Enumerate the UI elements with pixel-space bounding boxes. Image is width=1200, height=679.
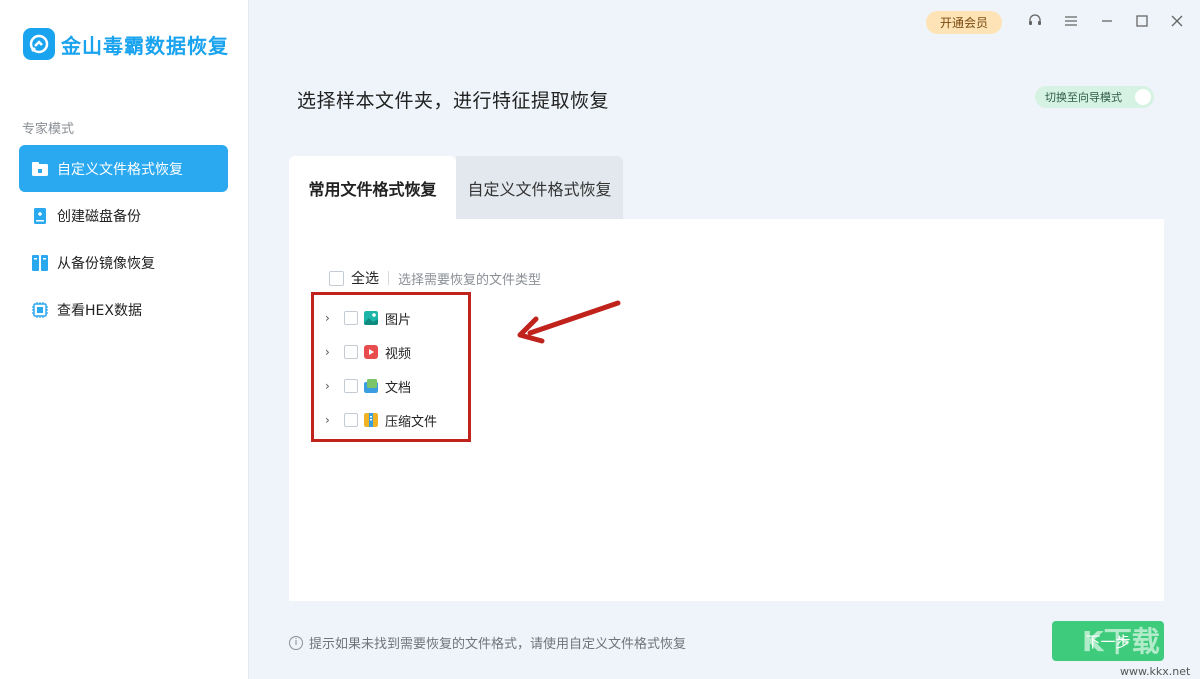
footer-tip: i 提示如果未找到需要恢复的文件格式，请使用自定义文件格式恢复 bbox=[289, 633, 686, 652]
list-item-image[interactable]: › 图片 bbox=[325, 301, 437, 335]
list-item-video[interactable]: › 视频 bbox=[325, 335, 437, 369]
sidebar-nav: 自定义文件格式恢复 创建磁盘备份 从备份镜像恢复 查看HEX数据 bbox=[19, 145, 228, 333]
select-hint: 选择需要恢复的文件类型 bbox=[398, 272, 542, 288]
app-name: 金山毒霸数据恢复 bbox=[61, 33, 229, 58]
file-type-checkbox[interactable] bbox=[344, 345, 358, 359]
file-type-checkbox[interactable] bbox=[344, 413, 358, 427]
file-type-label: 文档 bbox=[385, 380, 412, 396]
chevron-right-icon[interactable]: › bbox=[325, 413, 337, 427]
sidebar-item-disk-backup[interactable]: 创建磁盘备份 bbox=[19, 192, 228, 239]
annotation-arrow-icon bbox=[517, 300, 621, 344]
sidebar-item-hex-data[interactable]: 查看HEX数据 bbox=[19, 286, 228, 333]
sidebar-item-label: 创建磁盘备份 bbox=[57, 208, 141, 225]
divider bbox=[388, 271, 389, 285]
tip-text: 提示如果未找到需要恢复的文件格式，请使用自定义文件格式恢复 bbox=[309, 637, 687, 652]
file-type-label: 压缩文件 bbox=[385, 414, 438, 430]
select-all-checkbox[interactable] bbox=[329, 270, 344, 286]
watermark-url: www.kkx.net bbox=[1120, 665, 1191, 678]
file-type-list: › 图片 › 视频 › 文档 › 压缩文件 bbox=[325, 301, 437, 437]
toggle-knob bbox=[1135, 89, 1151, 105]
vip-button[interactable]: 开通会员 bbox=[926, 11, 1002, 34]
chevron-right-icon[interactable]: › bbox=[325, 345, 337, 359]
document-icon bbox=[364, 379, 378, 393]
sidebar-item-image-restore[interactable]: 从备份镜像恢复 bbox=[19, 239, 228, 286]
select-all-row: 全选 选择需要恢复的文件类型 bbox=[329, 268, 541, 288]
chevron-right-icon[interactable]: › bbox=[325, 311, 337, 325]
support-icon[interactable] bbox=[1024, 10, 1046, 32]
chevron-right-icon[interactable]: › bbox=[325, 379, 337, 393]
image-restore-icon bbox=[31, 254, 49, 272]
page-title: 选择样本文件夹，进行特征提取恢复 bbox=[297, 90, 610, 112]
hex-chip-icon bbox=[31, 301, 49, 319]
maximize-icon[interactable] bbox=[1131, 10, 1153, 32]
list-item-archive[interactable]: › 压缩文件 bbox=[325, 403, 437, 437]
logo-icon bbox=[23, 28, 55, 60]
menu-icon[interactable] bbox=[1060, 10, 1082, 32]
info-icon: i bbox=[289, 635, 303, 650]
sidebar-item-label: 从备份镜像恢复 bbox=[57, 255, 155, 272]
sidebar-item-label: 查看HEX数据 bbox=[57, 302, 142, 319]
section-label-expert-mode: 专家模式 bbox=[22, 122, 75, 137]
watermark-logo: K下载 bbox=[1082, 625, 1160, 658]
file-type-checkbox[interactable] bbox=[344, 379, 358, 393]
app-logo: 金山毒霸数据恢复 bbox=[23, 28, 229, 60]
sidebar: 金山毒霸数据恢复 专家模式 自定义文件格式恢复 创建磁盘备份 从备份镜像恢复 查… bbox=[0, 0, 249, 679]
wizard-mode-toggle[interactable]: 切换至向导模式 bbox=[1035, 86, 1154, 108]
tab-common-formats[interactable]: 常用文件格式恢复 bbox=[289, 156, 456, 219]
minimize-icon[interactable] bbox=[1096, 10, 1118, 32]
wizard-mode-label: 切换至向导模式 bbox=[1045, 91, 1122, 104]
sidebar-item-custom-format-recovery[interactable]: 自定义文件格式恢复 bbox=[19, 145, 228, 192]
file-type-label: 视频 bbox=[385, 346, 412, 362]
image-icon bbox=[364, 311, 378, 325]
file-type-panel: 全选 选择需要恢复的文件类型 › 图片 › 视频 › 文档 › 压缩文件 bbox=[289, 219, 1164, 601]
close-icon[interactable] bbox=[1166, 10, 1188, 32]
video-icon bbox=[364, 345, 378, 359]
tab-custom-formats[interactable]: 自定义文件格式恢复 bbox=[456, 156, 623, 219]
list-item-document[interactable]: › 文档 bbox=[325, 369, 437, 403]
file-type-label: 图片 bbox=[385, 312, 412, 328]
folder-icon bbox=[31, 160, 49, 178]
sidebar-item-label: 自定义文件格式恢复 bbox=[57, 161, 183, 178]
select-all-label[interactable]: 全选 bbox=[351, 268, 379, 288]
archive-icon bbox=[364, 413, 378, 427]
file-type-checkbox[interactable] bbox=[344, 311, 358, 325]
disk-backup-icon bbox=[31, 207, 49, 225]
